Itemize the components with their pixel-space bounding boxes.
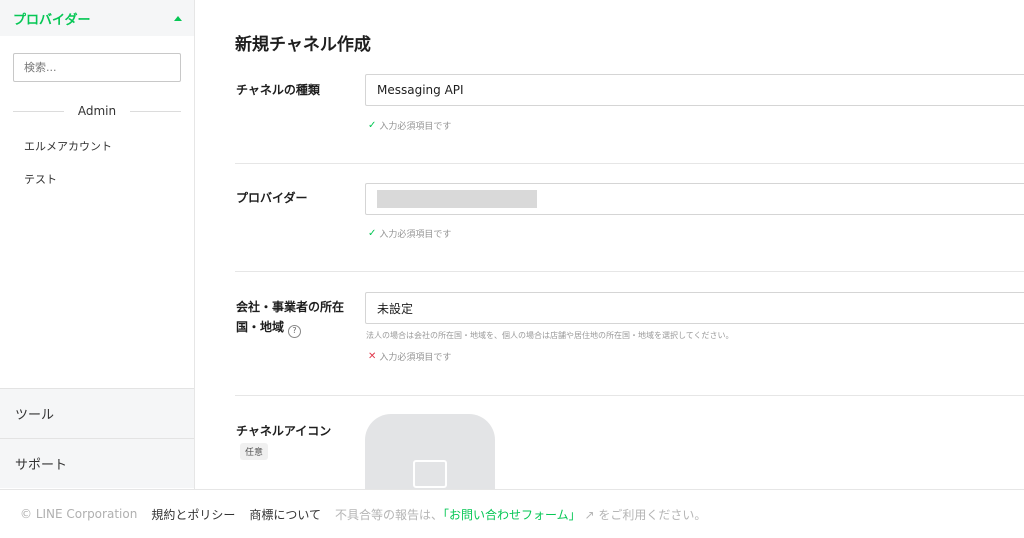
channel-type-hint: ✓ 入力必須項目です [368, 119, 451, 132]
report-note: 不具合等の報告は、「お問い合わせフォーム」 ↗ をご利用ください。 [335, 506, 706, 523]
provider-group-separator: Admin [13, 101, 181, 121]
check-icon: ✓ [368, 228, 377, 239]
region-label-line1: 会社・事業者の所在 [236, 300, 345, 314]
channel-type-hint-text: 入力必須項目です [379, 122, 452, 132]
main-content: 新規チャネル作成 チャネルの種類 Messaging API ✓ 入力必須項目で… [195, 0, 1024, 494]
region-error: ✕ 入力必須項目です [368, 350, 451, 363]
region-label: 会社・事業者の所在 国・地域? [236, 297, 344, 338]
divider [130, 110, 181, 112]
divider [235, 271, 1024, 272]
sidebar: プロバイダー Admin エルメアカウント テスト ツール サポート [0, 0, 195, 489]
provider-hint: ✓ 入力必須項目です [368, 227, 451, 240]
region-select[interactable]: 未設定 [365, 292, 1024, 324]
region-label-line2: 国・地域 [236, 320, 285, 334]
region-error-text: 入力必須項目です [379, 353, 452, 363]
channel-type-label: チャネルの種類 [236, 83, 320, 97]
region-value: 未設定 [377, 301, 414, 316]
divider [235, 395, 1024, 396]
image-icon [413, 460, 447, 488]
provider-hint-text: 入力必須項目です [379, 230, 452, 240]
chevron-up-icon [174, 15, 182, 21]
contact-form-link[interactable]: 「お問い合わせフォーム」 [443, 508, 581, 522]
page-title: 新規チャネル作成 [235, 35, 371, 55]
sidebar-item-tools[interactable]: ツール [0, 388, 194, 438]
sidebar-item-test[interactable]: テスト [24, 171, 57, 187]
copyright: © LINE Corporation [20, 507, 138, 521]
divider [235, 163, 1024, 164]
channel-icon-upload[interactable] [365, 414, 495, 494]
channel-icon-label: チャネルアイコン [236, 424, 332, 438]
terms-link[interactable]: 規約とポリシー [151, 506, 235, 523]
sidebar-item-support[interactable]: サポート [0, 438, 194, 488]
provider-field[interactable] [365, 183, 1024, 215]
report-note-prefix: 不具合等の報告は、 [334, 507, 443, 522]
sidebar-item-lmeaccount[interactable]: エルメアカウント [24, 138, 112, 154]
error-x-icon: ✕ [368, 351, 377, 362]
region-description: 法人の場合は会社の所在国・地域を、個人の場合は店舗や居住地の所在国・地域を選択し… [366, 331, 734, 340]
footer: © LINE Corporation 規約とポリシー 商標について 不具合等の報… [0, 489, 1024, 538]
help-icon[interactable]: ? [288, 324, 302, 338]
redacted-provider-value [377, 190, 537, 208]
channel-type-value: Messaging API [377, 83, 464, 97]
provider-toggle[interactable]: プロバイダー [0, 0, 194, 36]
external-link-icon: ↗ [580, 507, 599, 522]
report-note-suffix: をご利用ください。 [598, 507, 707, 522]
search-input[interactable] [13, 53, 181, 82]
divider [13, 110, 64, 112]
provider-toggle-label: プロバイダー [13, 12, 91, 28]
group-label: Admin [77, 104, 117, 118]
provider-label: プロバイダー [236, 191, 308, 205]
check-icon: ✓ [368, 120, 377, 131]
optional-badge: 任意 [240, 443, 269, 460]
trademark-link[interactable]: 商標について [249, 506, 321, 523]
channel-type-field[interactable]: Messaging API [365, 74, 1024, 106]
